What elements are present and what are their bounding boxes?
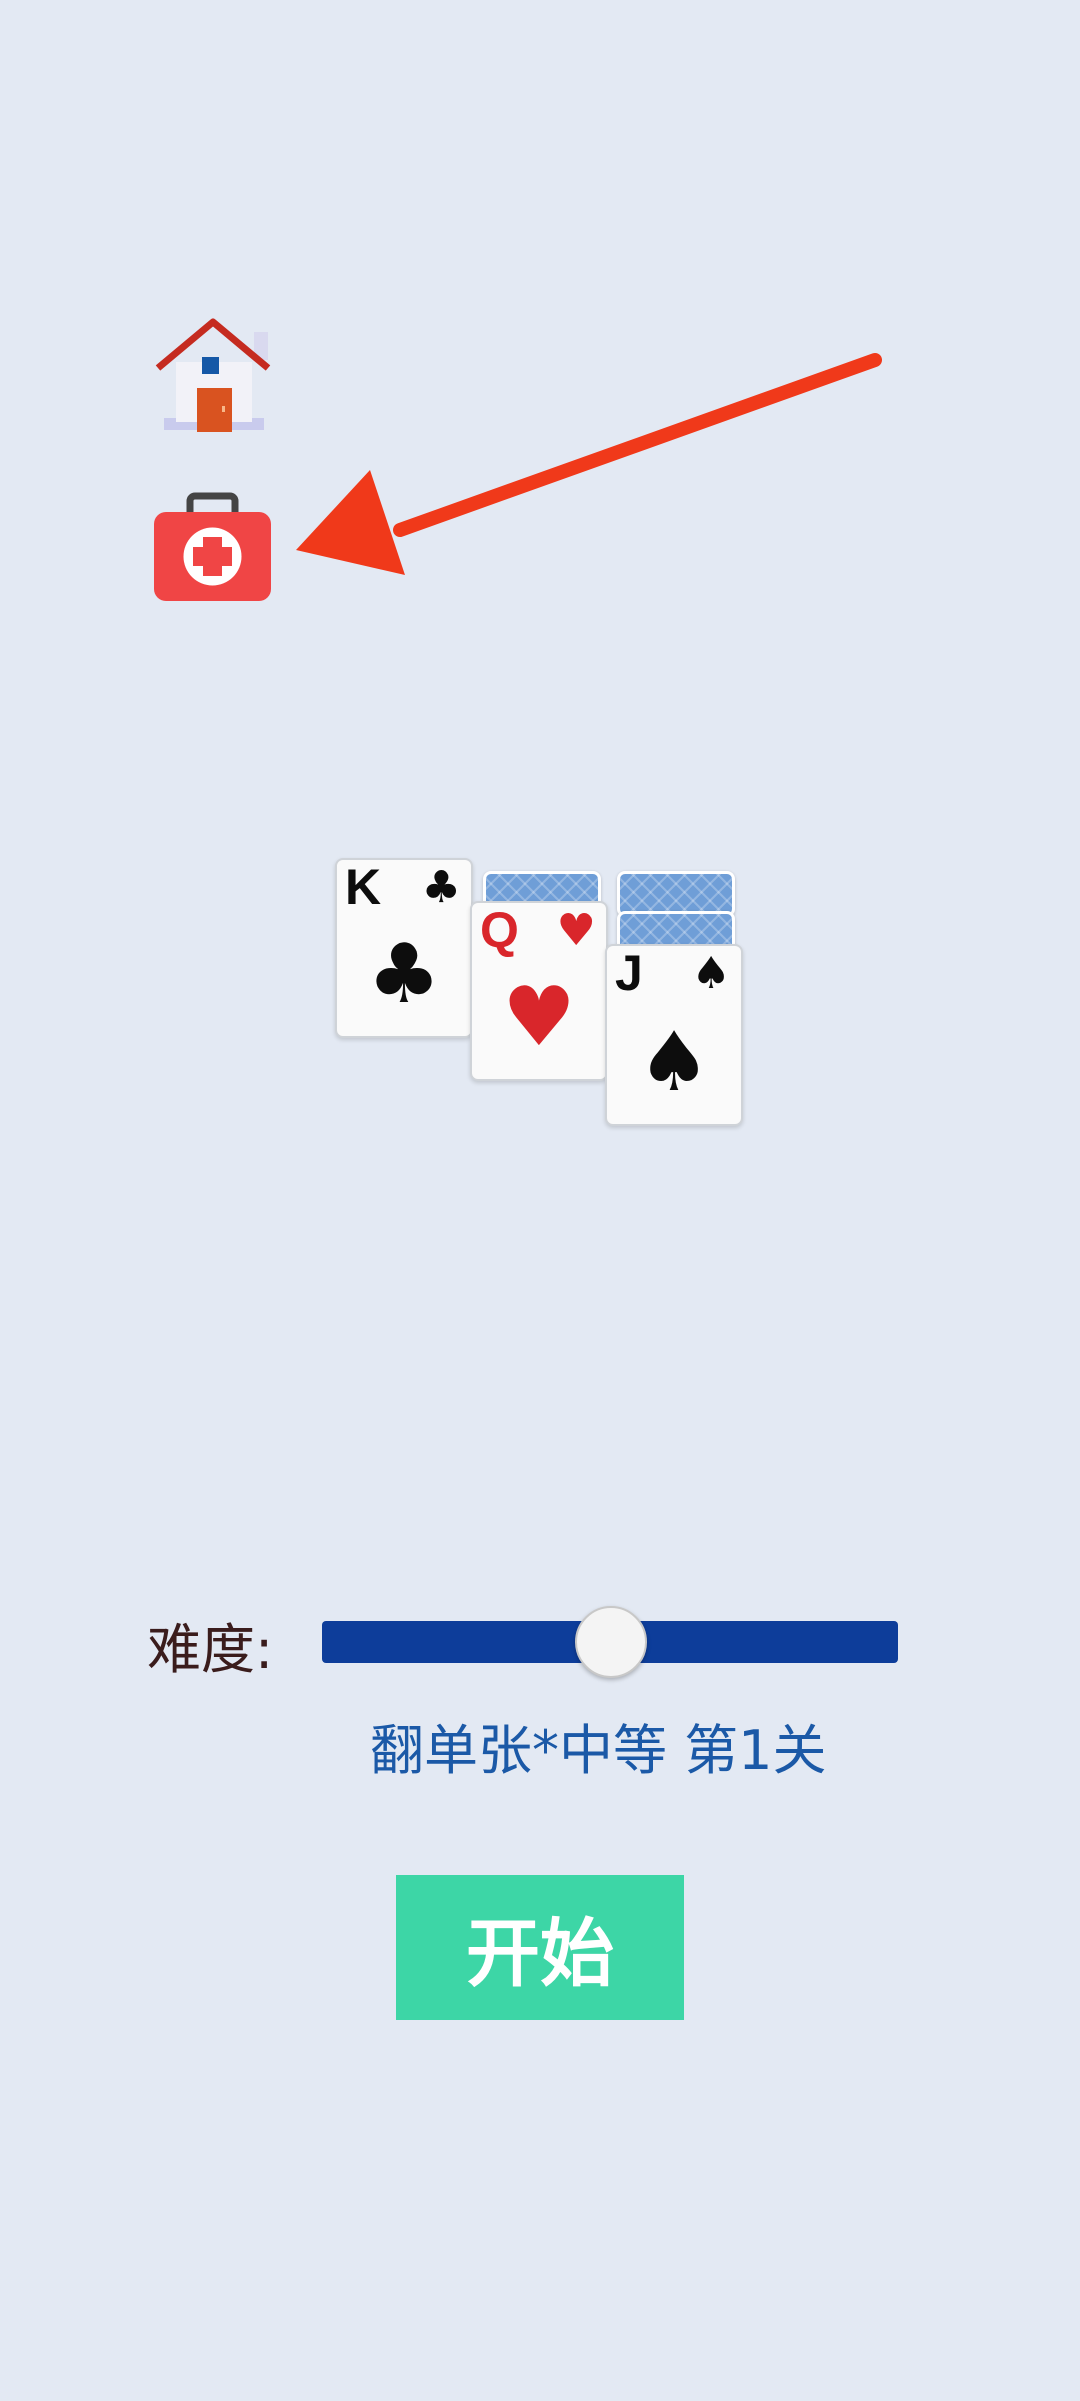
home-button[interactable] (150, 312, 275, 437)
card-rank: K (345, 859, 382, 915)
card-back (617, 911, 735, 957)
start-button[interactable]: 开始 (396, 1875, 684, 2020)
difficulty-slider-thumb[interactable] (575, 1606, 647, 1678)
card-back (483, 871, 601, 917)
card-suit-small: ♠ (691, 948, 731, 999)
first-aid-button[interactable] (150, 490, 275, 605)
home-icon (155, 318, 271, 432)
jack-of-spades-card: J ♠ ♠ (605, 944, 743, 1126)
first-aid-kit-icon (154, 492, 271, 601)
card-rank: J (615, 945, 643, 1001)
queen-of-hearts-card: Q ♥ ♥ (470, 901, 608, 1081)
card-suit-small: ♣ (421, 862, 461, 913)
card-rank: Q (480, 902, 519, 958)
king-of-clubs-card: K ♣ ♣ (335, 858, 473, 1038)
card-suit-big: ♣ (367, 927, 441, 1022)
mode-text: 翻单张*中等 第1关 (370, 1719, 827, 1782)
card-suit-big: ♠ (637, 1015, 711, 1110)
annotation-arrow (296, 353, 882, 575)
card-suit-big: ♥ (502, 970, 576, 1065)
card-suit-small: ♥ (556, 905, 596, 956)
card-back (617, 871, 735, 917)
difficulty-label: 难度: (147, 1618, 274, 1681)
